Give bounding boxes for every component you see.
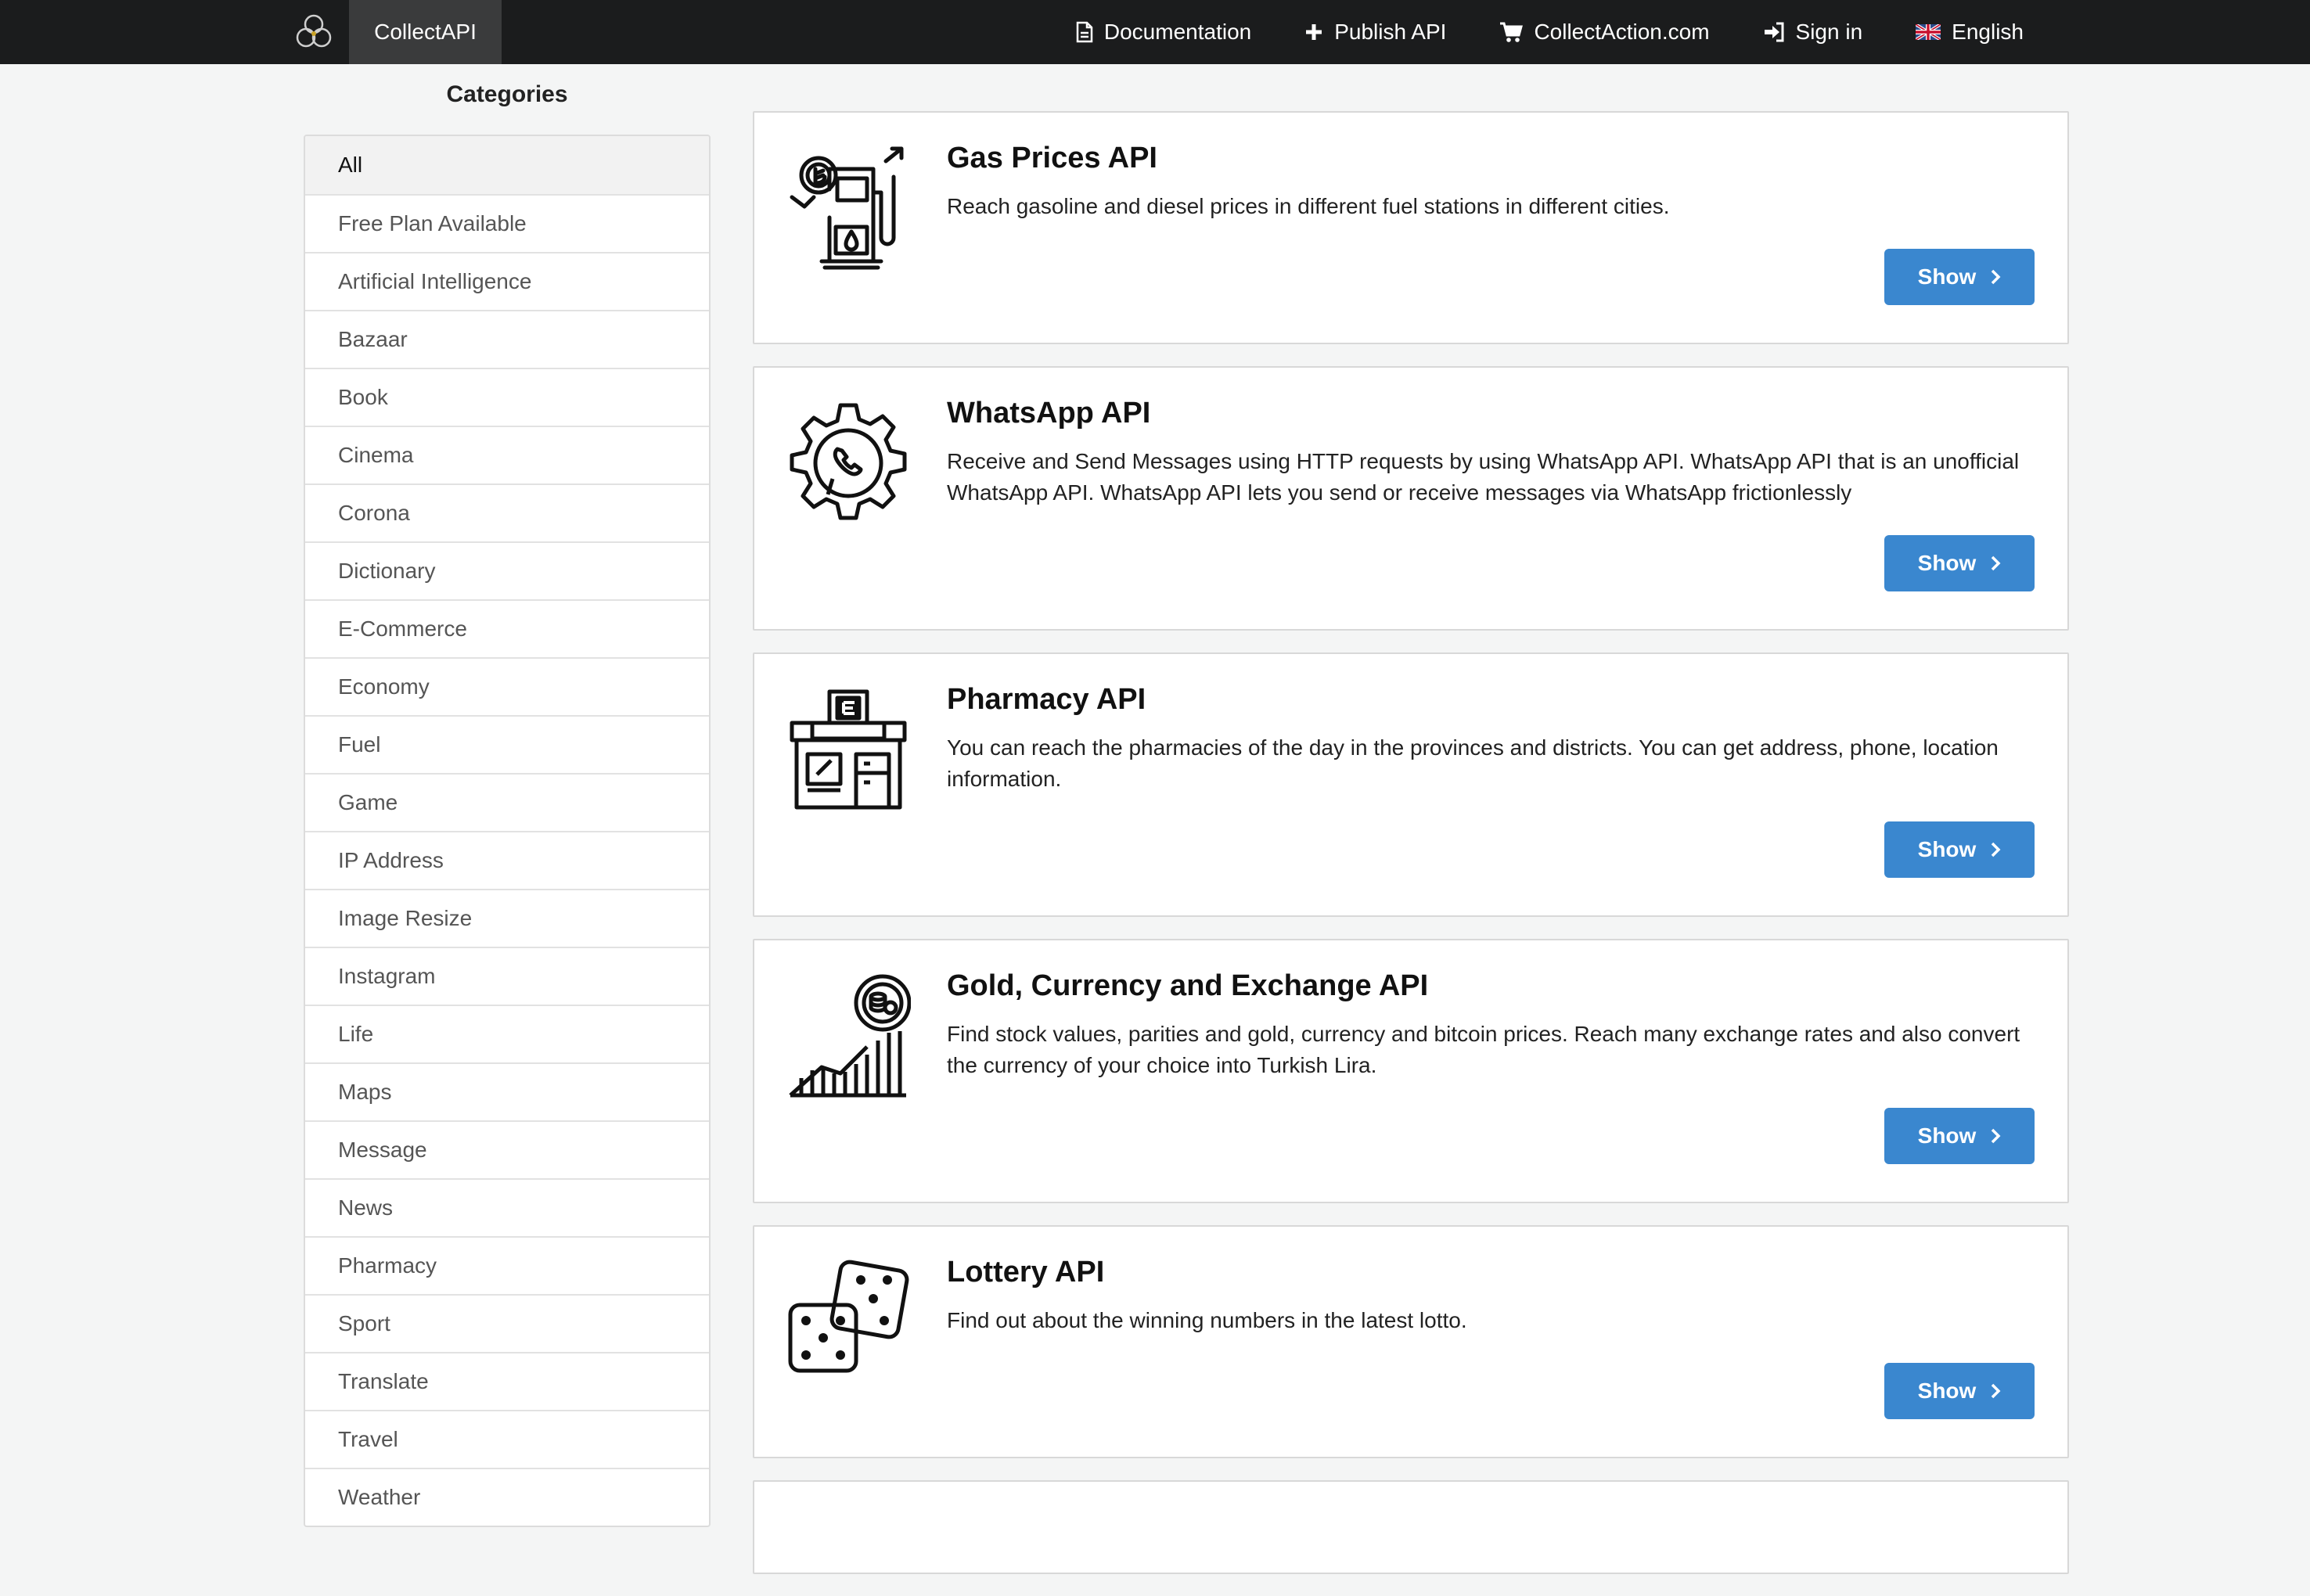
category-list: All Free Plan Available Artificial Intelli… <box>304 135 711 1527</box>
category-item[interactable]: Message <box>305 1120 709 1178</box>
api-card-lottery: Lottery API Find out about the winning n… <box>753 1225 2069 1458</box>
category-item[interactable]: Bazaar <box>305 310 709 368</box>
gas-pump-icon <box>790 146 904 270</box>
category-item[interactable]: Image Resize <box>305 889 709 947</box>
nav-language[interactable]: English <box>1916 20 2024 45</box>
api-card-description: Find stock values, parities and gold, cu… <box>947 1021 2020 1077</box>
plus-icon <box>1306 24 1322 40</box>
show-button[interactable]: Show <box>1884 1108 2035 1164</box>
sign-in-icon <box>1764 22 1784 42</box>
category-item[interactable]: Translate <box>305 1352 709 1410</box>
api-card-title[interactable]: WhatsApp API <box>947 396 2020 432</box>
api-card-description: Receive and Send Messages using HTTP req… <box>947 448 2020 505</box>
category-item[interactable]: Pharmacy <box>305 1236 709 1294</box>
show-button[interactable]: Show <box>1884 535 2035 591</box>
show-button-label: Show <box>1917 264 1977 289</box>
category-item[interactable]: Corona <box>305 483 709 541</box>
pharmacy-building-icon <box>790 689 907 810</box>
categories-heading: Categories <box>446 81 568 107</box>
api-card-next <box>753 1480 2069 1574</box>
nav-documentation-label: Documentation <box>1103 20 1252 44</box>
chevron-right-icon <box>1992 555 2001 571</box>
nav-language-label: English <box>1952 20 2024 44</box>
category-item[interactable]: E-Commerce <box>305 599 709 657</box>
brand-link[interactable]: CollectAPI <box>349 0 502 64</box>
cart-icon <box>1500 22 1524 42</box>
api-card-list: Gas Prices API Reach gasoline and diesel… <box>753 111 2069 1596</box>
category-item[interactable]: Free Plan Available <box>305 194 709 252</box>
api-card-title[interactable]: Lottery API <box>947 1255 2020 1291</box>
api-card-title[interactable]: Pharmacy API <box>947 682 2020 718</box>
top-navbar: CollectAPI Documentation Publish API Col… <box>0 0 2310 64</box>
api-card-pharmacy: Pharmacy API You can reach the pharmacie… <box>753 652 2069 917</box>
chevron-right-icon <box>1992 1128 2001 1144</box>
api-card-gas-prices: Gas Prices API Reach gasoline and diesel… <box>753 111 2069 344</box>
nav-menu: Documentation Publish API CollectAction.… <box>1076 0 2024 64</box>
api-card-gold-currency: Gold, Currency and Exchange API Find sto… <box>753 939 2069 1203</box>
category-item[interactable]: Economy <box>305 657 709 715</box>
show-button-label: Show <box>1917 1379 1977 1403</box>
chevron-right-icon <box>1992 269 2001 285</box>
category-item[interactable]: Fuel <box>305 715 709 773</box>
chevron-right-icon <box>1992 1383 2001 1399</box>
category-item[interactable]: Maps <box>305 1062 709 1120</box>
nav-collectaction[interactable]: CollectAction.com <box>1499 20 1710 45</box>
api-card-title[interactable]: Gas Prices API <box>947 141 2020 177</box>
nav-sign-in[interactable]: Sign in <box>1763 20 1863 45</box>
category-item[interactable]: Artificial Intelligence <box>305 252 709 310</box>
category-item[interactable]: News <box>305 1178 709 1236</box>
category-item[interactable]: Book <box>305 368 709 426</box>
currency-chart-icon <box>789 974 911 1098</box>
api-card-description: You can reach the pharmacies of the day … <box>947 735 1999 791</box>
category-item[interactable]: Travel <box>305 1410 709 1468</box>
category-item[interactable]: Dictionary <box>305 541 709 599</box>
category-item[interactable]: All <box>305 136 709 194</box>
dice-icon <box>788 1260 909 1373</box>
nav-sign-in-label: Sign in <box>1795 20 1863 44</box>
collectapi-logo-icon[interactable] <box>293 11 335 53</box>
show-button[interactable]: Show <box>1884 821 2035 878</box>
api-card-description: Find out about the winning numbers in th… <box>947 1307 1467 1332</box>
category-item[interactable]: Cinema <box>305 426 709 483</box>
category-item[interactable]: Game <box>305 773 709 831</box>
category-item[interactable]: IP Address <box>305 831 709 889</box>
category-item[interactable]: Instagram <box>305 947 709 1005</box>
show-button-label: Show <box>1917 1123 1977 1148</box>
category-item[interactable]: Life <box>305 1005 709 1062</box>
show-button[interactable]: Show <box>1884 1363 2035 1419</box>
nav-publish-api[interactable]: Publish API <box>1304 20 1446 45</box>
category-item[interactable]: Sport <box>305 1294 709 1352</box>
show-button-label: Show <box>1917 551 1977 575</box>
api-card-whatsapp: WhatsApp API Receive and Send Messages u… <box>753 366 2069 631</box>
category-item[interactable]: Weather <box>305 1468 709 1526</box>
document-icon <box>1076 21 1093 43</box>
show-button-label: Show <box>1917 837 1977 861</box>
nav-publish-api-label: Publish API <box>1334 20 1447 44</box>
show-button[interactable]: Show <box>1884 249 2035 305</box>
api-card-title[interactable]: Gold, Currency and Exchange API <box>947 969 2020 1005</box>
uk-flag-icon <box>1916 24 1941 40</box>
whatsapp-gear-icon <box>790 403 907 520</box>
nav-collectaction-label: CollectAction.com <box>1534 20 1710 44</box>
nav-documentation[interactable]: Documentation <box>1076 20 1251 45</box>
chevron-right-icon <box>1992 842 2001 857</box>
api-card-description: Reach gasoline and diesel prices in diff… <box>947 193 1670 218</box>
